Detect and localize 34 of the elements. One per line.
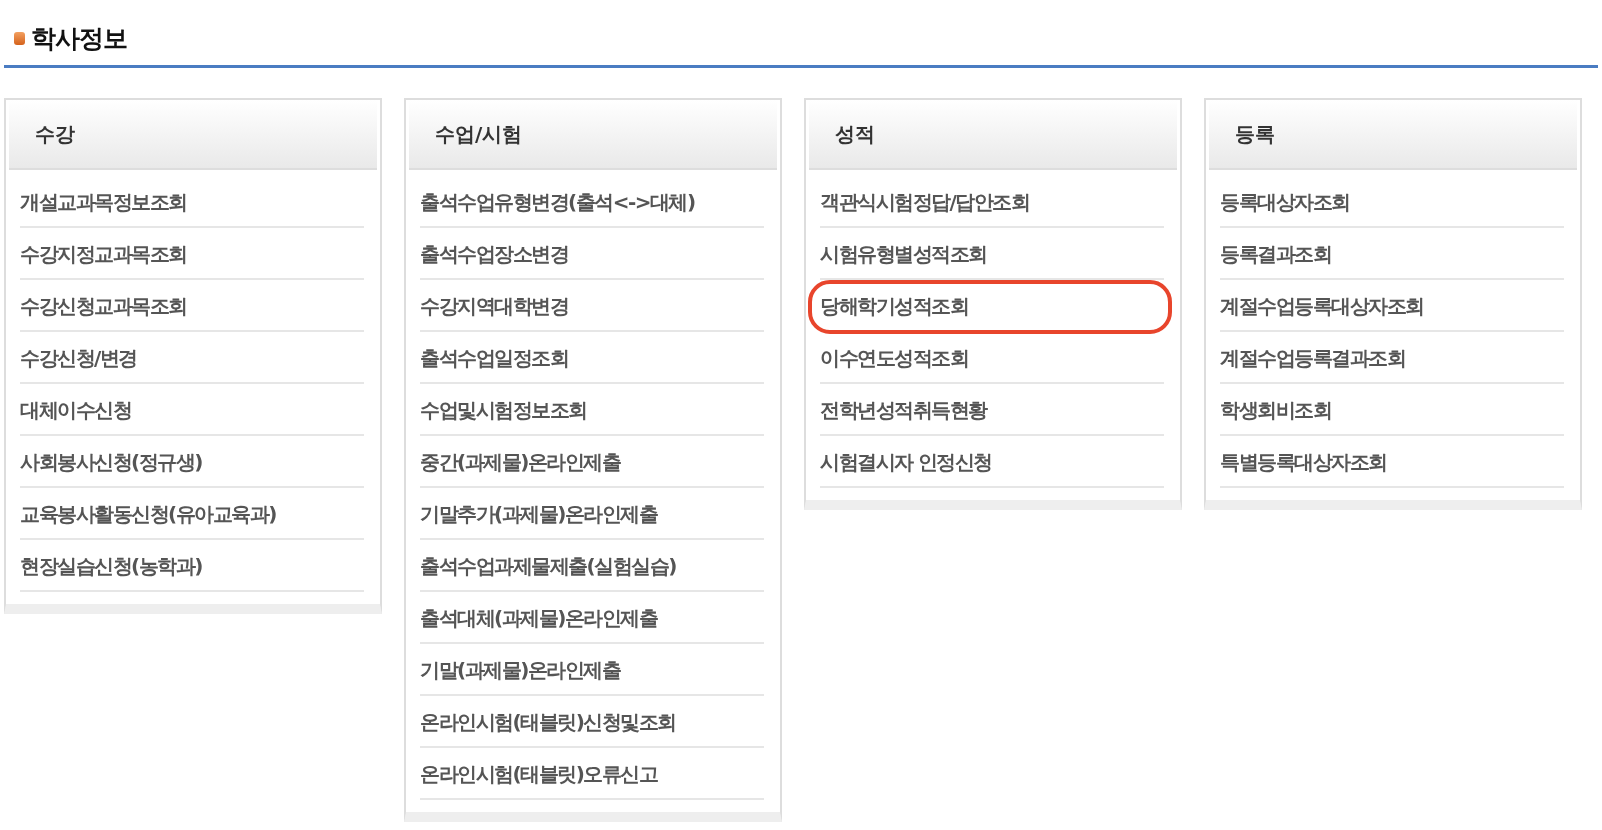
menu-link[interactable]: 기말(과제물)온라인제출 [420, 646, 764, 696]
menu-link[interactable]: 학생회비조회 [1220, 386, 1564, 436]
menu-link[interactable]: 수강신청교과목조회 [20, 282, 364, 332]
menu-link[interactable]: 등록대상자조회 [1220, 178, 1564, 228]
highlighted-menu-link[interactable]: 당해학기성적조회 [810, 282, 1170, 332]
menu-link[interactable]: 개설교과목정보조회 [20, 178, 364, 228]
menu-link[interactable]: 사회봉사신청(정규생) [20, 438, 364, 488]
menu-link[interactable]: 출석수업과제물제출(실험실습) [420, 542, 764, 592]
page-title: 학사정보 [31, 23, 127, 55]
menu-link[interactable]: 계절수업등록대상자조회 [1220, 282, 1564, 332]
menu-link[interactable]: 특별등록대상자조회 [1220, 438, 1564, 488]
menu-link[interactable]: 온라인시험(태블릿)신청및조회 [420, 698, 764, 748]
menu-link[interactable]: 계절수업등록결과조회 [1220, 334, 1564, 384]
menu-link[interactable]: 수업및시험정보조회 [420, 386, 764, 436]
menu-link[interactable]: 시험결시자 인정신청 [820, 438, 1164, 488]
menu-link[interactable]: 수강지역대학변경 [420, 282, 764, 332]
menu-link[interactable]: 수강신청/변경 [20, 334, 364, 384]
menu-link[interactable]: 출석수업장소변경 [420, 230, 764, 280]
menu-link[interactable]: 객관식시험정답/답안조회 [820, 178, 1164, 228]
menu-link[interactable]: 출석수업유형변경(출석<->대체) [420, 178, 764, 228]
menu-link[interactable]: 중간(과제물)온라인제출 [420, 438, 764, 488]
menu-link[interactable]: 온라인시험(태블릿)오류신고 [420, 750, 764, 800]
menu-link[interactable]: 현장실습신청(농학과) [20, 542, 364, 592]
bullet-icon [14, 32, 25, 45]
menu-link[interactable]: 기말추가(과제물)온라인제출 [420, 490, 764, 540]
menu-link[interactable]: 수강지정교과목조회 [20, 230, 364, 280]
menu-link[interactable]: 교육봉사활동신청(유아교육과) [20, 490, 364, 540]
menu-link[interactable]: 전학년성적취득현황 [820, 386, 1164, 436]
menu-link[interactable]: 이수연도성적조회 [820, 334, 1164, 384]
menu-link[interactable]: 등록결과조회 [1220, 230, 1564, 280]
menu-link[interactable]: 출석수업일정조회 [420, 334, 764, 384]
menu-link[interactable]: 출석대체(과제물)온라인제출 [420, 594, 764, 644]
menu-link[interactable]: 시험유형별성적조회 [820, 230, 1164, 280]
menu-link[interactable]: 대체이수신청 [20, 386, 364, 436]
